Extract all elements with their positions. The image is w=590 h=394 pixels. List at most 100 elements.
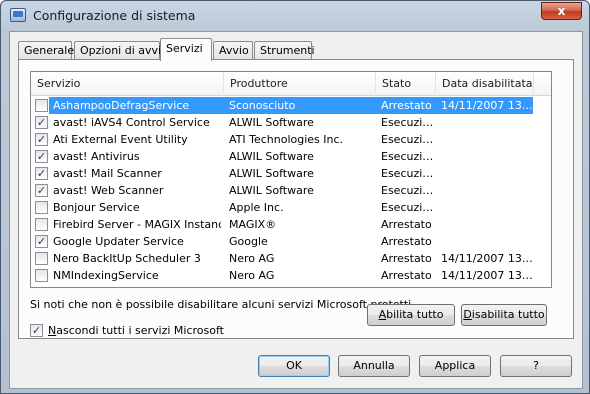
- service-enabled-checkbox[interactable]: [35, 269, 48, 282]
- accelerator-key: A: [378, 308, 387, 321]
- status-cell: Esecuzi…: [381, 201, 434, 214]
- service-name-cell: avast! Web Scanner: [53, 184, 164, 197]
- tab-servizi[interactable]: Servizi: [160, 38, 212, 61]
- service-name-cell: avast! Antivirus: [53, 150, 140, 163]
- service-enabled-checkbox[interactable]: ✓: [35, 235, 48, 248]
- status-cell: Arrestato: [381, 218, 432, 231]
- status-cell: Arrestato: [381, 269, 432, 282]
- service-name-cell: Google Updater Service: [53, 235, 184, 248]
- tab-avvio[interactable]: Avvio: [213, 41, 253, 60]
- button-label: ?: [533, 359, 539, 372]
- table-row[interactable]: NMIndexingService Nero AG Arrestato 14/11/2…: [31, 267, 551, 284]
- manufacturer-cell: Nero AG: [229, 252, 275, 265]
- column-header-service[interactable]: Servizio: [31, 72, 224, 96]
- table-row[interactable]: ✓ Ati External Event Utility ATI Technolog…: [31, 131, 551, 148]
- disabled-date-cell: 14/11/2007 13.…: [441, 269, 533, 282]
- service-enabled-checkbox[interactable]: ✓: [35, 150, 48, 163]
- table-row[interactable]: ✓ avast! Web Scanner ALWIL Software Esecuzi…: [31, 182, 551, 199]
- disabled-date-cell: [441, 114, 533, 131]
- service-enabled-checkbox[interactable]: ✓: [35, 133, 48, 146]
- option-label: ascondi tutti i servizi Microsoft: [56, 324, 224, 337]
- column-label: Servizio: [37, 77, 81, 90]
- disable-all-button[interactable]: Disabilita tutto: [461, 304, 547, 326]
- table-row[interactable]: Bonjour Service Apple Inc. Esecuzi…: [31, 199, 551, 216]
- protected-services-note: Si noti che non è possibile disabilitare…: [30, 298, 415, 311]
- cancel-button[interactable]: Annulla: [338, 355, 410, 377]
- disabled-date-cell: [441, 216, 533, 233]
- service-enabled-checkbox[interactable]: ✓: [35, 167, 48, 180]
- service-name-cell: Nero BackItUp Scheduler 3: [53, 252, 201, 265]
- disabled-date-cell: [441, 148, 533, 165]
- service-enabled-checkbox[interactable]: ✓: [35, 184, 48, 197]
- table-row[interactable]: Nero BackItUp Scheduler 3 Nero AG Arrestat…: [31, 250, 551, 267]
- services-list[interactable]: Servizio Produttore Stato Data disabilit…: [30, 71, 552, 288]
- manufacturer-cell: ALWIL Software: [229, 116, 314, 129]
- services-tab-panel: Servizio Produttore Stato Data disabilit…: [18, 59, 574, 339]
- service-name-cell: avast! iAVS4 Control Service: [53, 116, 210, 129]
- button-label: Applica: [434, 359, 476, 372]
- service-enabled-checkbox[interactable]: [35, 218, 48, 231]
- table-row[interactable]: ✓ avast! iAVS4 Control Service ALWIL Softw…: [31, 114, 551, 131]
- table-row[interactable]: Firebird Server - MAGIX Instance MAGIX® Ar…: [31, 216, 551, 233]
- table-row[interactable]: AshampooDefragService Sconosciuto Arrestat…: [31, 97, 551, 114]
- help-button[interactable]: ?: [500, 355, 572, 377]
- status-cell: Arrestato: [381, 99, 432, 112]
- disabled-date-cell: [441, 131, 533, 148]
- tab-label: Servizi: [166, 42, 203, 55]
- list-header: Servizio Produttore Stato Data disabilit…: [31, 72, 551, 96]
- service-name-cell: Ati External Event Utility: [53, 133, 188, 146]
- column-header-status[interactable]: Stato: [376, 72, 436, 96]
- apply-button[interactable]: Applica: [419, 355, 491, 377]
- tab-strumenti[interactable]: Strumenti: [254, 41, 315, 60]
- status-cell: Esecuzi…: [381, 167, 434, 180]
- service-enabled-checkbox[interactable]: [35, 99, 48, 112]
- manufacturer-cell: ALWIL Software: [229, 167, 314, 180]
- enable-all-button[interactable]: Abilita tutto: [367, 304, 455, 326]
- system-configuration-window: Configurazione di sistema x Generale Opz…: [0, 0, 590, 394]
- button-label: OK: [286, 359, 302, 372]
- status-cell: Esecuzi…: [381, 133, 434, 146]
- disabled-date-cell: [441, 182, 533, 199]
- disabled-date-cell: [441, 233, 533, 250]
- tab-label: Avvio: [219, 44, 249, 57]
- manufacturer-cell: Nero AG: [229, 269, 275, 282]
- dialog-client-area: Generale Opzioni di avvio Servizi Avvio …: [9, 31, 583, 389]
- hide-microsoft-services-label: Nascondi tutti i servizi Microsoft: [48, 324, 224, 338]
- tab-label: Generale: [24, 44, 75, 57]
- tab-generale[interactable]: Generale: [18, 41, 75, 60]
- tab-opzioni-di-avvio[interactable]: Opzioni di avvio: [74, 41, 168, 60]
- ok-button[interactable]: OK: [258, 355, 330, 377]
- service-name-cell: Bonjour Service: [53, 201, 140, 214]
- service-name-cell: Firebird Server - MAGIX Instance: [53, 218, 221, 231]
- service-enabled-checkbox[interactable]: [35, 201, 48, 214]
- service-enabled-checkbox[interactable]: [35, 252, 48, 265]
- table-row[interactable]: ✓ Google Updater Service Google Arrestato: [31, 233, 551, 250]
- button-label: Annulla: [353, 359, 395, 372]
- service-name-cell: NMIndexingService: [53, 269, 159, 282]
- disabled-date-cell: [441, 199, 533, 216]
- title-bar[interactable]: Configurazione di sistema x: [1, 1, 589, 31]
- manufacturer-cell: Apple Inc.: [229, 201, 284, 214]
- manufacturer-cell: Google: [229, 235, 268, 248]
- accelerator-key: N: [48, 324, 57, 337]
- tab-label: Strumenti: [260, 44, 315, 57]
- close-icon: x: [557, 4, 566, 18]
- manufacturer-cell: ALWIL Software: [229, 150, 314, 163]
- disabled-date-cell: 14/11/2007 13.…: [441, 99, 533, 112]
- manufacturer-cell: Sconosciuto: [229, 99, 296, 112]
- column-header-manufacturer[interactable]: Produttore: [224, 72, 376, 96]
- column-label: Produttore: [230, 77, 288, 90]
- service-enabled-checkbox[interactable]: ✓: [35, 116, 48, 129]
- column-label: Stato: [382, 77, 412, 90]
- tab-label: Opzioni di avvio: [80, 44, 168, 57]
- hide-microsoft-services-checkbox[interactable]: ✓: [30, 324, 43, 337]
- manufacturer-cell: MAGIX®: [229, 218, 277, 231]
- close-button[interactable]: x: [541, 2, 582, 20]
- service-name-cell: avast! Mail Scanner: [53, 167, 162, 180]
- manufacturer-cell: ALWIL Software: [229, 184, 314, 197]
- window-title: Configurazione di sistema: [33, 8, 196, 23]
- column-header-disabled-date[interactable]: Data disabilitata: [436, 72, 534, 96]
- disabled-date-cell: 14/11/2007 13.…: [441, 252, 533, 265]
- table-row[interactable]: ✓ avast! Antivirus ALWIL Software Esecuzi…: [31, 148, 551, 165]
- table-row[interactable]: ✓ avast! Mail Scanner ALWIL Software Esecuz…: [31, 165, 551, 182]
